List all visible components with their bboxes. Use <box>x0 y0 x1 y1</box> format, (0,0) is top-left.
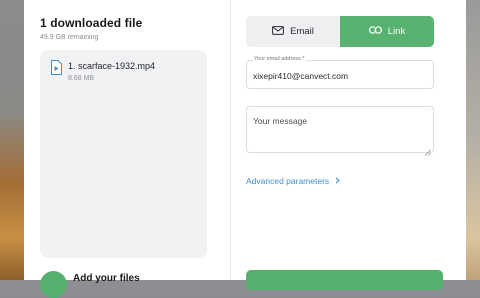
tab-email-label: Email <box>290 26 314 37</box>
transfer-panel: 1 downloaded file 49.9 GB remaining 1. s… <box>24 0 466 298</box>
email-field-value: xixepir410@canvect.com <box>253 71 349 81</box>
message-placeholder: Your message <box>253 116 308 126</box>
file-name: 1. scarface-1932.mp4 <box>68 61 156 71</box>
storage-remaining: 49.9 GB remaining <box>40 34 99 41</box>
tab-email[interactable]: Email <box>246 16 340 47</box>
message-textarea[interactable]: Your message <box>246 106 434 156</box>
email-field[interactable]: Your email address * xixepir410@canvect.… <box>246 56 434 89</box>
file-item[interactable]: 1. scarface-1932.mp4 8.68 MB <box>50 60 200 86</box>
chevron-right-icon <box>335 176 340 186</box>
transfer-button[interactable] <box>246 270 443 290</box>
file-size: 8.68 MB <box>68 75 95 82</box>
transfer-type-tabs: Email Link <box>246 16 434 47</box>
file-list: 1. scarface-1932.mp4 8.68 MB <box>40 50 207 258</box>
tab-link-label: Link <box>387 26 406 37</box>
link-icon <box>368 26 388 37</box>
tab-link[interactable]: Link <box>340 16 434 47</box>
advanced-parameters-label: Advanced parameters <box>246 176 330 186</box>
add-files-button[interactable] <box>40 271 67 298</box>
video-file-icon <box>50 60 62 75</box>
advanced-parameters-link[interactable]: Advanced parameters <box>246 176 340 186</box>
background-left <box>0 0 24 280</box>
add-files-label[interactable]: Add your files <box>73 273 140 284</box>
form-column: Email Link Your email address * xixepir4… <box>231 0 466 290</box>
files-title: 1 downloaded file <box>40 16 143 30</box>
background-right <box>466 0 480 280</box>
resize-handle-icon[interactable] <box>424 143 431 156</box>
email-field-label: Your email address * <box>253 56 306 62</box>
files-column: 1 downloaded file 49.9 GB remaining 1. s… <box>24 0 230 298</box>
envelope-icon <box>272 25 290 38</box>
